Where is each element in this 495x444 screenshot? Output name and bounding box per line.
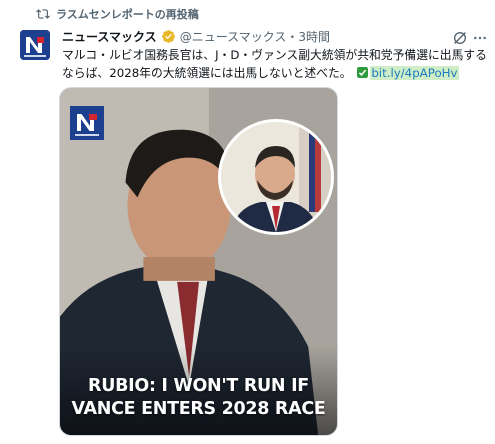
repost-label: ラスムセンレポートの再投稿	[56, 8, 199, 21]
media-image[interactable]: RUBIO: I WON'T RUN IF VANCE ENTERS 2028 …	[59, 87, 338, 436]
headline-line-1: RUBIO: I WON'T RUN IF	[88, 376, 309, 396]
handle-and-time[interactable]: @ニュースマックス・3時間	[180, 28, 330, 45]
more-icon[interactable]	[472, 30, 488, 46]
verified-badge-icon	[161, 30, 175, 43]
avatar-newsmax-logo	[20, 30, 50, 60]
repost-icon	[36, 9, 50, 19]
post-link[interactable]: bit.ly/4pAPoHv	[370, 66, 459, 80]
repost-context[interactable]: ラスムセンレポートの再投稿	[36, 6, 199, 22]
vance-inset-photo	[218, 119, 334, 235]
check-icon	[357, 67, 369, 78]
post-text: マルコ・ルビオ国務長官は、J・D・ヴァンス副大統領が共和党予備選に出馬するならば…	[62, 46, 490, 82]
headline-line-2: VANCE ENTERS 2028 RACE	[71, 399, 326, 419]
newsmax-logo	[70, 106, 104, 140]
avatar[interactable]	[20, 30, 50, 60]
display-name[interactable]: ニュースマックス	[62, 28, 157, 45]
post-header: ニュースマックス @ニュースマックス・3時間	[62, 28, 330, 45]
media-headline: RUBIO: I WON'T RUN IF VANCE ENTERS 2028 …	[60, 375, 337, 421]
grok-icon[interactable]	[452, 30, 468, 46]
